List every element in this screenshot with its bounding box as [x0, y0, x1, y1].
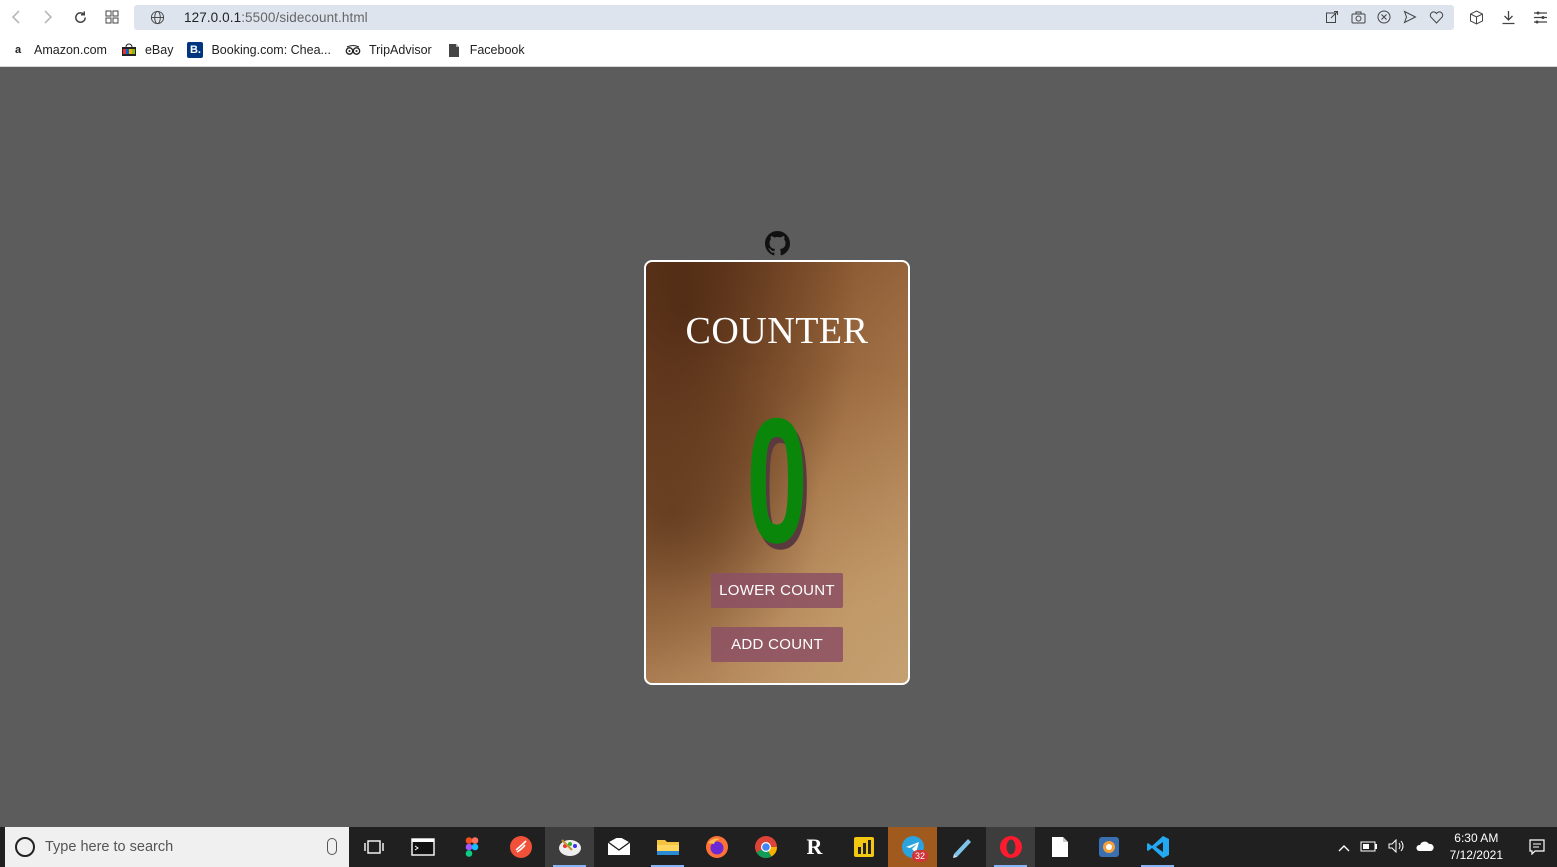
- swift-icon[interactable]: [496, 827, 545, 867]
- paint-icon[interactable]: [545, 827, 594, 867]
- cube-icon[interactable]: [1467, 7, 1485, 27]
- browser-toolbar: 127.0.0.1:5500/sidecount.html: [0, 0, 1557, 34]
- url-host: 127.0.0.1: [184, 10, 242, 25]
- bookmark-label: TripAdvisor: [368, 43, 432, 57]
- address-bar[interactable]: 127.0.0.1:5500/sidecount.html: [134, 5, 1454, 30]
- amazon-icon: a: [14, 44, 22, 56]
- counter-card: COUNTER 0 LOWER COUNT ADD COUNT: [644, 260, 910, 685]
- lower-count-button[interactable]: LOWER COUNT: [711, 573, 843, 608]
- bookmark-amazon[interactable]: a Amazon.com: [10, 42, 107, 58]
- chevron-up-icon[interactable]: [1338, 840, 1350, 855]
- github-icon[interactable]: [765, 231, 790, 256]
- add-count-button[interactable]: ADD COUNT: [711, 627, 843, 662]
- counter-title: COUNTER: [685, 310, 869, 352]
- tripadvisor-icon: [345, 42, 361, 58]
- chrome-icon[interactable]: [741, 827, 790, 867]
- task-view-icon[interactable]: [349, 827, 398, 867]
- windows-taskbar: Type here to search R 32 6:30 AM 7/12/20…: [0, 827, 1557, 867]
- clock-date: 7/12/2021: [1449, 848, 1503, 862]
- vscode-icon[interactable]: [1133, 827, 1182, 867]
- telegram-icon[interactable]: 32: [888, 827, 937, 867]
- camera-icon[interactable]: [1350, 8, 1366, 26]
- reload-icon[interactable]: [64, 0, 96, 34]
- bookmark-label: eBay: [144, 43, 174, 57]
- menu-icon[interactable]: [1531, 7, 1549, 27]
- heart-icon[interactable]: [1428, 8, 1444, 26]
- taskbar-search[interactable]: Type here to search: [5, 827, 349, 867]
- adblock-icon[interactable]: [1376, 8, 1392, 26]
- send-icon[interactable]: [1402, 8, 1418, 26]
- share-icon[interactable]: [1324, 8, 1340, 26]
- bookmark-booking[interactable]: B. Booking.com: Chea...: [187, 42, 331, 58]
- system-tray: 6:30 AM 7/12/2021: [1338, 827, 1557, 867]
- file-explorer-icon[interactable]: [643, 827, 692, 867]
- cortana-icon: [15, 837, 35, 857]
- count-value: 0: [746, 381, 808, 580]
- microphone-icon[interactable]: [327, 838, 337, 855]
- bookmark-label: Amazon.com: [34, 43, 107, 57]
- bookmark-facebook[interactable]: Facebook: [446, 42, 525, 58]
- tabs-grid-icon[interactable]: [96, 0, 128, 34]
- booking-icon: B.: [187, 42, 204, 58]
- figma-icon[interactable]: [447, 827, 496, 867]
- battery-icon[interactable]: [1360, 840, 1378, 855]
- opera-icon[interactable]: [986, 827, 1035, 867]
- bookmark-label: Facebook: [469, 43, 525, 57]
- volume-icon[interactable]: [1388, 838, 1406, 856]
- clock-time: 6:30 AM: [1454, 831, 1499, 845]
- page-icon: [446, 42, 462, 58]
- globe-icon: [150, 10, 172, 25]
- download-icon[interactable]: [1499, 7, 1517, 27]
- firefox-icon[interactable]: [692, 827, 741, 867]
- onedrive-icon[interactable]: [1416, 840, 1434, 855]
- forward-icon[interactable]: [32, 0, 64, 34]
- back-icon[interactable]: [0, 0, 32, 34]
- rstudio-icon[interactable]: R: [790, 827, 839, 867]
- bookmark-label: Booking.com: Chea...: [211, 43, 331, 57]
- notification-badge: 32: [911, 850, 928, 862]
- terminal-icon[interactable]: [398, 827, 447, 867]
- media-app-icon[interactable]: [1084, 827, 1133, 867]
- bookmark-ebay[interactable]: eBay: [121, 42, 174, 58]
- notifications-icon[interactable]: [1517, 827, 1557, 867]
- notepad-icon[interactable]: [937, 827, 986, 867]
- power-bi-icon[interactable]: [839, 827, 888, 867]
- system-clock[interactable]: 6:30 AM 7/12/2021: [1450, 830, 1503, 864]
- mail-icon[interactable]: [594, 827, 643, 867]
- bookmark-tripadvisor[interactable]: TripAdvisor: [345, 42, 432, 58]
- url-text: 127.0.0.1:5500/sidecount.html: [184, 10, 368, 25]
- url-path: :5500/sidecount.html: [241, 10, 368, 25]
- bookmarks-bar: a Amazon.com eBay B. Booking.com: Chea..…: [0, 34, 1557, 67]
- ebay-icon: [121, 42, 137, 58]
- document-icon[interactable]: [1035, 827, 1084, 867]
- search-placeholder: Type here to search: [45, 839, 174, 855]
